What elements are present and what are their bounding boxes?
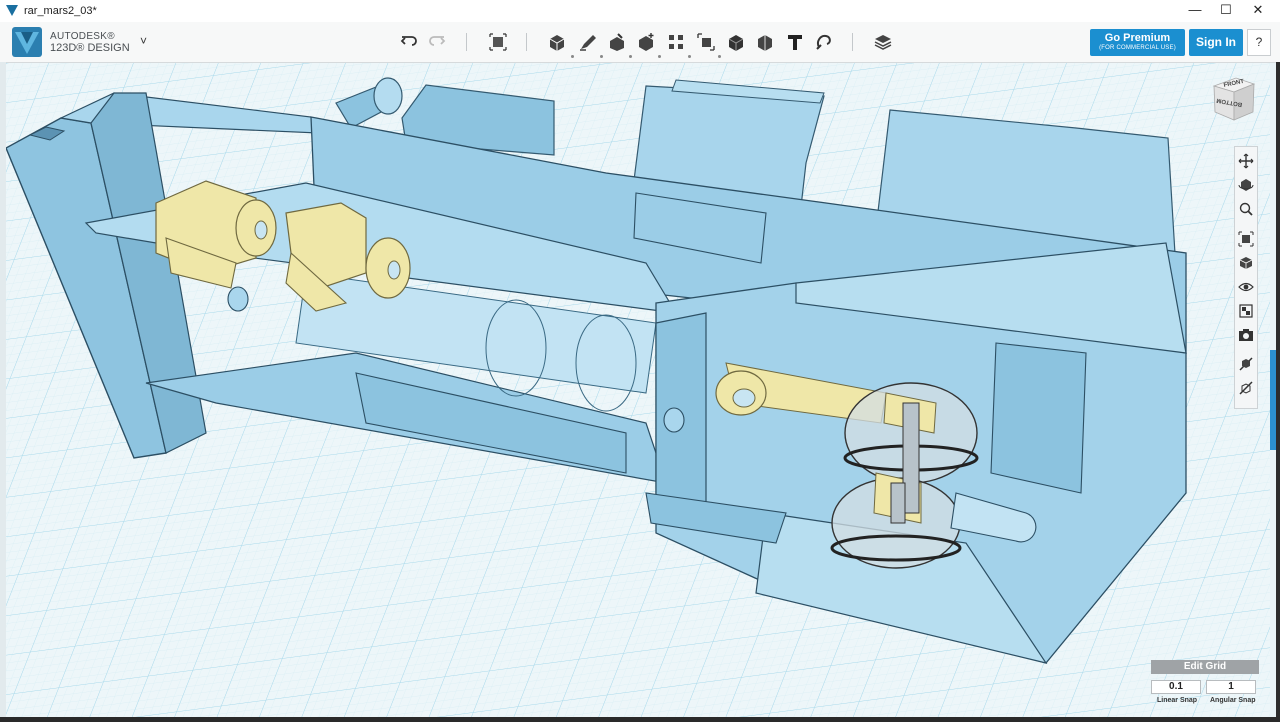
zoom-icon bbox=[1239, 202, 1253, 216]
outline-icon bbox=[1239, 357, 1253, 371]
submenu-indicator bbox=[571, 55, 574, 58]
edit-grid-button[interactable]: Edit Grid bbox=[1151, 660, 1259, 674]
measure-icon bbox=[758, 35, 772, 51]
material-icon bbox=[874, 35, 892, 50]
app-logo-icon bbox=[6, 5, 18, 16]
zoom-button[interactable] bbox=[1237, 200, 1255, 218]
right-window-edge bbox=[1276, 62, 1280, 717]
redo-icon bbox=[429, 36, 446, 46]
undo-icon bbox=[400, 36, 417, 46]
angular-snap-input[interactable]: 1 bbox=[1206, 680, 1256, 694]
submenu-indicator bbox=[718, 55, 721, 58]
measure-button[interactable] bbox=[753, 30, 777, 54]
maximize-button[interactable]: ☐ bbox=[1211, 0, 1241, 22]
transform-button[interactable] bbox=[486, 30, 510, 54]
construct-icon bbox=[610, 33, 624, 51]
transform-icon bbox=[489, 33, 507, 51]
go-premium-sublabel: (FOR COMMERCIAL USE) bbox=[1099, 45, 1176, 51]
submenu-indicator bbox=[600, 55, 603, 58]
combine-button[interactable] bbox=[724, 30, 748, 54]
construct-button[interactable] bbox=[605, 30, 629, 54]
autodesk-logo-icon[interactable] bbox=[12, 27, 42, 57]
fit-button[interactable] bbox=[1237, 230, 1255, 248]
text-icon bbox=[788, 35, 802, 50]
visibility-button[interactable] bbox=[1237, 278, 1255, 296]
grid-icon bbox=[1239, 381, 1253, 395]
submenu-indicator bbox=[629, 55, 632, 58]
go-premium-label: Go Premium bbox=[1104, 32, 1171, 44]
primitives-button[interactable] bbox=[545, 30, 569, 54]
modify-button[interactable] bbox=[634, 30, 658, 54]
pan-button[interactable] bbox=[1237, 152, 1255, 170]
undo-button[interactable] bbox=[397, 30, 421, 54]
pattern-button[interactable] bbox=[664, 30, 688, 54]
window-title: rar_mars2_03* bbox=[24, 5, 97, 17]
materials-button[interactable] bbox=[1237, 302, 1255, 320]
camera-button[interactable] bbox=[1237, 326, 1255, 344]
redo-button[interactable] bbox=[425, 30, 449, 54]
minimize-button[interactable]: — bbox=[1180, 0, 1210, 22]
go-premium-button[interactable]: Go Premium (FOR COMMERCIAL USE) bbox=[1090, 29, 1185, 56]
fit-icon bbox=[1238, 231, 1254, 247]
orbit-icon bbox=[1238, 179, 1254, 191]
toolbar-divider bbox=[852, 33, 853, 51]
view-icon bbox=[1239, 257, 1253, 269]
grid-toggle-button[interactable] bbox=[1237, 379, 1255, 397]
text-button[interactable] bbox=[783, 30, 807, 54]
pattern-icon bbox=[669, 35, 683, 49]
primitives-icon bbox=[549, 35, 565, 51]
modify-icon bbox=[639, 33, 654, 51]
3d-model-scene[interactable] bbox=[6, 63, 1270, 717]
submenu-indicator bbox=[688, 55, 691, 58]
close-button[interactable]: ✕ bbox=[1243, 0, 1273, 22]
app-menu-chevron-icon[interactable]: ˅ bbox=[140, 34, 147, 48]
linear-snap-input[interactable]: 0.1 bbox=[1151, 680, 1201, 694]
product-name: 123D® DESIGN bbox=[50, 42, 130, 54]
toolbar-divider bbox=[466, 33, 467, 51]
pan-icon bbox=[1238, 153, 1254, 169]
snap-button[interactable] bbox=[812, 30, 836, 54]
group-button[interactable] bbox=[694, 30, 718, 54]
taskbar-strip bbox=[0, 717, 1280, 722]
view-button[interactable] bbox=[1237, 254, 1255, 272]
main-toolbar: AUTODESK® 123D® DESIGN ˅ Go Premium (FOR… bbox=[0, 22, 1280, 63]
combine-icon bbox=[728, 35, 744, 51]
snap-icon bbox=[816, 34, 831, 50]
materials-icon bbox=[1239, 304, 1253, 318]
visibility-icon bbox=[1238, 282, 1254, 292]
sketch-icon bbox=[580, 35, 596, 51]
outline-button[interactable] bbox=[1237, 355, 1255, 373]
sketch-button[interactable] bbox=[576, 30, 600, 54]
linear-snap-label: Linear Snap bbox=[1157, 697, 1198, 704]
view-cube[interactable]: FRONT BOTTOM bbox=[1208, 74, 1258, 126]
orbit-button[interactable] bbox=[1237, 176, 1255, 194]
toolbar-divider bbox=[526, 33, 527, 51]
angular-snap-label: Angular Snap bbox=[1210, 697, 1256, 704]
3d-viewport[interactable]: FRONT BOTTOM Edit Grid 0.1 1 Linear Snap… bbox=[6, 63, 1270, 717]
window-titlebar: rar_mars2_03* — ☐ ✕ bbox=[0, 0, 1280, 23]
material-button[interactable] bbox=[871, 30, 895, 54]
group-icon bbox=[697, 33, 715, 51]
sign-in-button[interactable]: Sign In bbox=[1189, 29, 1243, 56]
camera-icon bbox=[1239, 329, 1253, 341]
brand-name: AUTODESK® bbox=[50, 31, 115, 42]
help-button[interactable]: ? bbox=[1247, 29, 1271, 56]
submenu-indicator bbox=[658, 55, 661, 58]
navigation-bar bbox=[1234, 146, 1258, 409]
